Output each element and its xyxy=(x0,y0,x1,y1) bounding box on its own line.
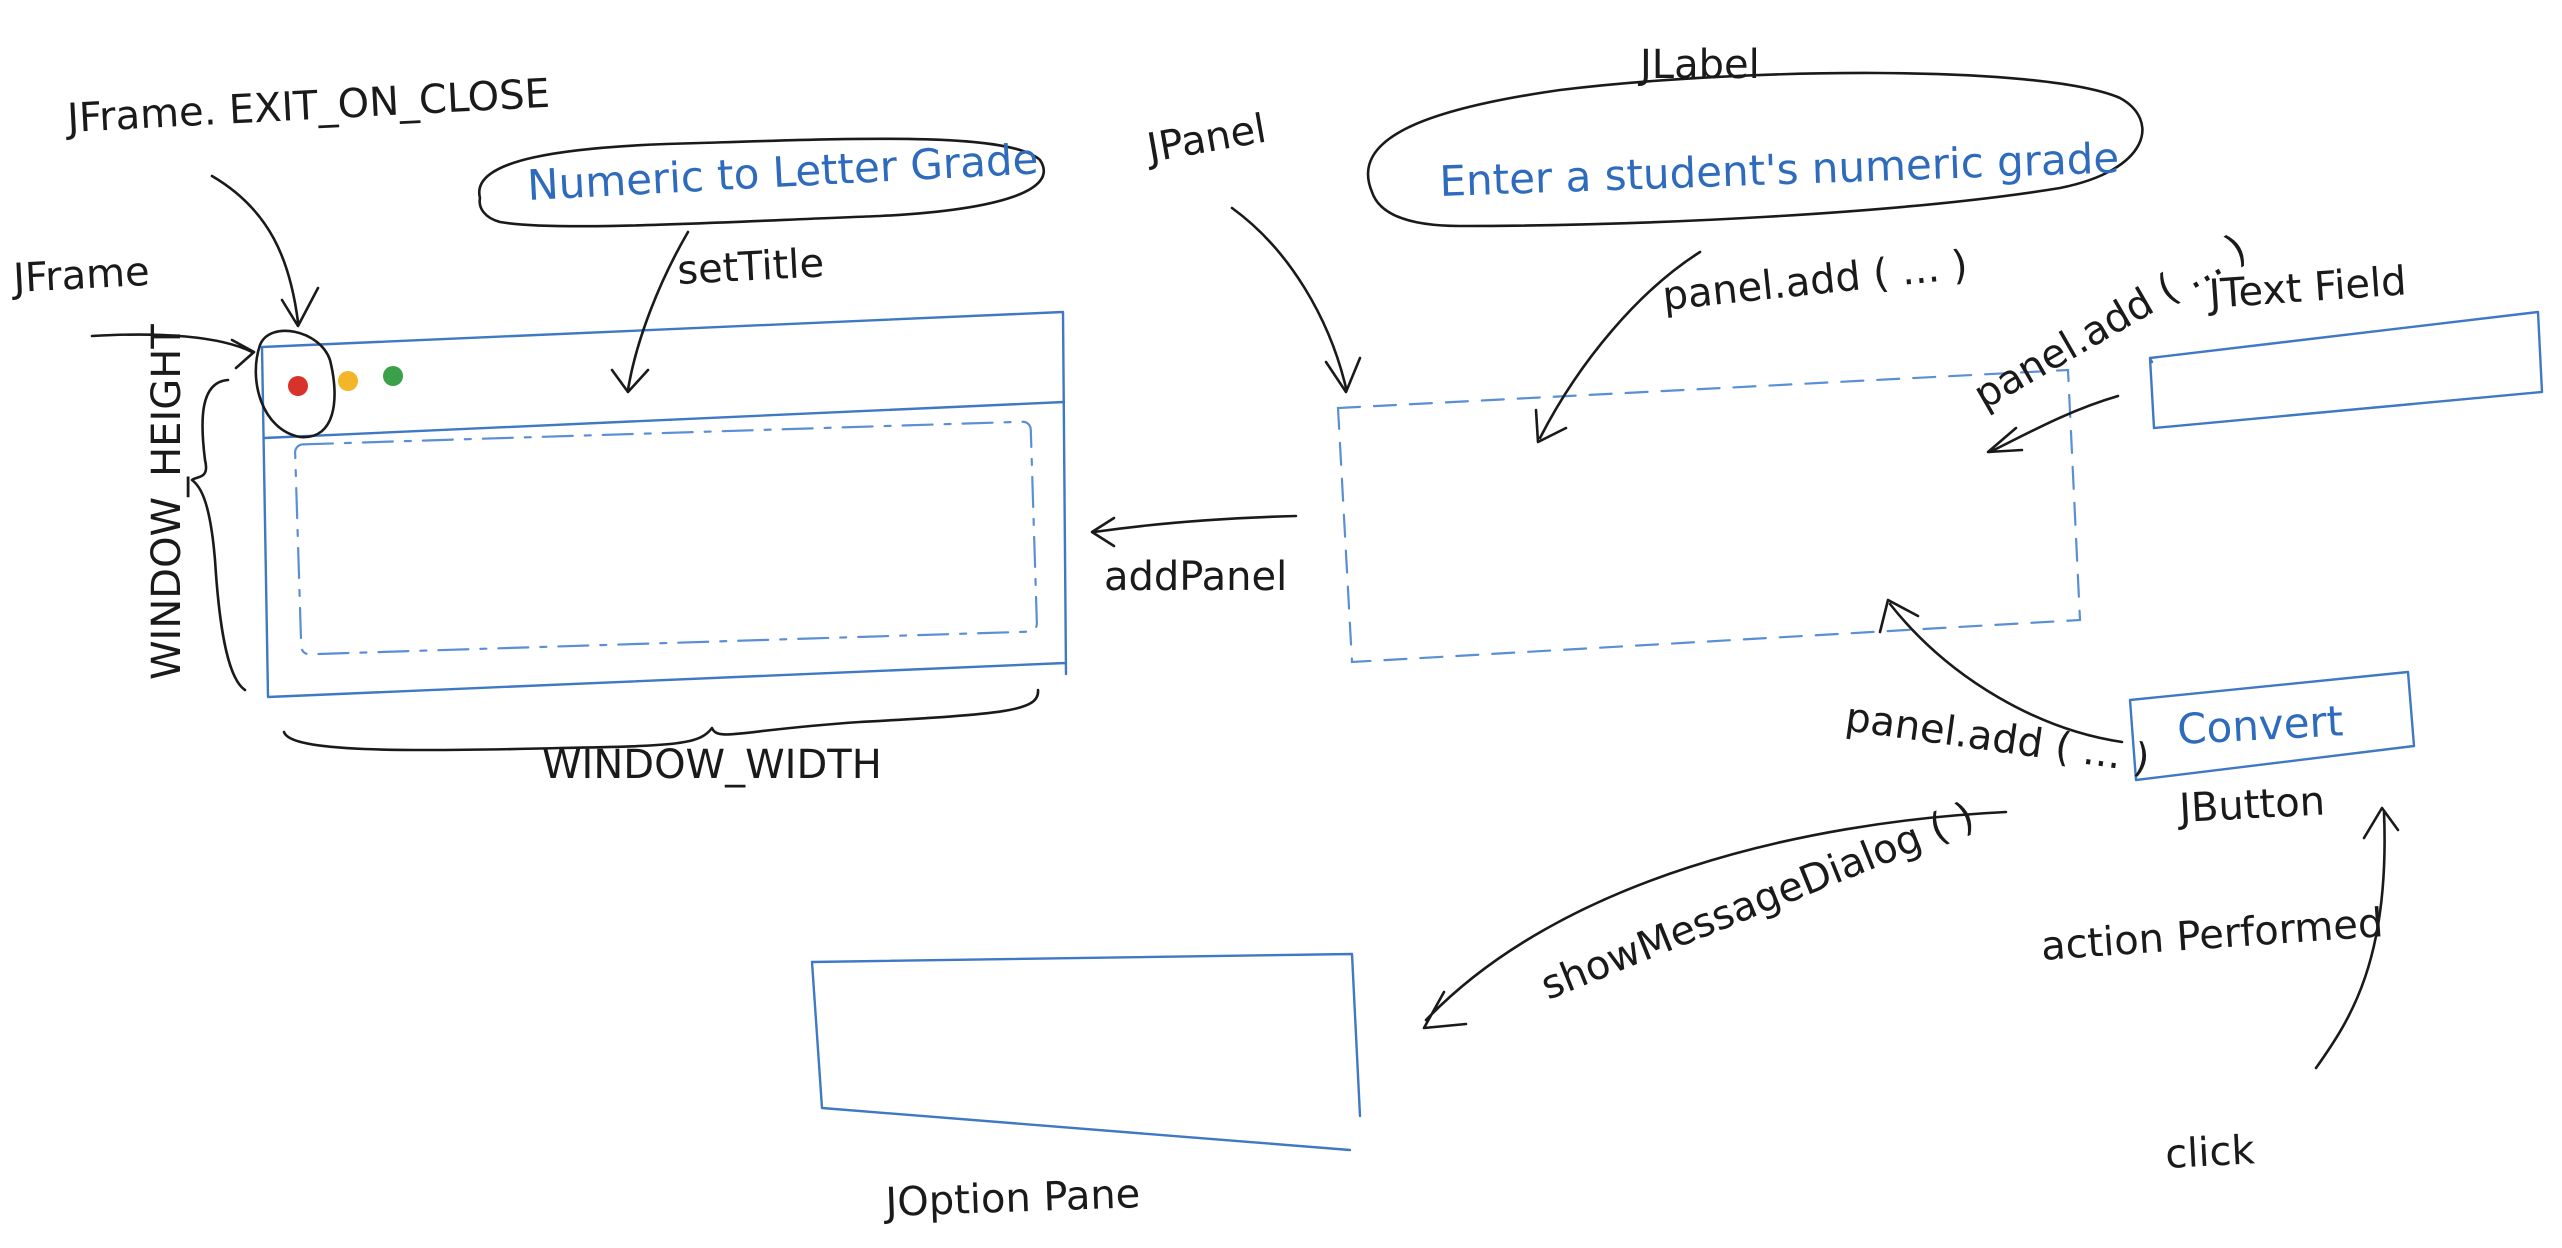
jframe-label: JFrame xyxy=(9,249,151,302)
jframe-window xyxy=(254,310,1068,699)
close-dot-icon xyxy=(288,376,308,396)
jpanel-box xyxy=(1336,368,2082,664)
click-label: click xyxy=(2164,1127,2256,1178)
window-width-label: WINDOW_WIDTH xyxy=(542,742,882,788)
jbutton-label: JButton xyxy=(2175,778,2326,832)
action-performed-label: action Performed xyxy=(2039,900,2384,970)
gui-sketch-diagram: Numeric to Letter Grade setTitle JFrame.… xyxy=(9,42,2544,1226)
window-outline xyxy=(260,310,1068,699)
exit-on-close-label: JFrame. EXIT_ON_CLOSE xyxy=(63,71,551,142)
jtextfield-box xyxy=(2148,310,2544,430)
window-content-panel xyxy=(294,420,1038,656)
joptionpane-box xyxy=(810,952,1362,1152)
joptionpane-label: JOption Pane xyxy=(882,1171,1141,1226)
jpanel-arrow xyxy=(1230,206,1362,394)
zoom-dot-icon xyxy=(383,366,403,386)
window-height-label: WINDOW_HEIGHT xyxy=(144,324,190,680)
minimize-dot-icon xyxy=(338,371,358,391)
jbutton-text: Convert xyxy=(2176,696,2344,754)
set-title-label: setTitle xyxy=(676,240,825,294)
jpanel-label: JPanel xyxy=(1141,106,1270,173)
panel-add-label-call: panel.add ( ... ) xyxy=(1660,242,1970,320)
add-panel-arrow xyxy=(1090,514,1298,548)
add-panel-label: addPanel xyxy=(1104,554,1287,600)
window-title-text: Numeric to Letter Grade xyxy=(526,134,1040,210)
window-height-brace xyxy=(190,378,247,692)
exit-on-close-arrow xyxy=(210,174,320,328)
panel-add-textfield-call: panel.add ( ... ) xyxy=(1966,226,2254,419)
